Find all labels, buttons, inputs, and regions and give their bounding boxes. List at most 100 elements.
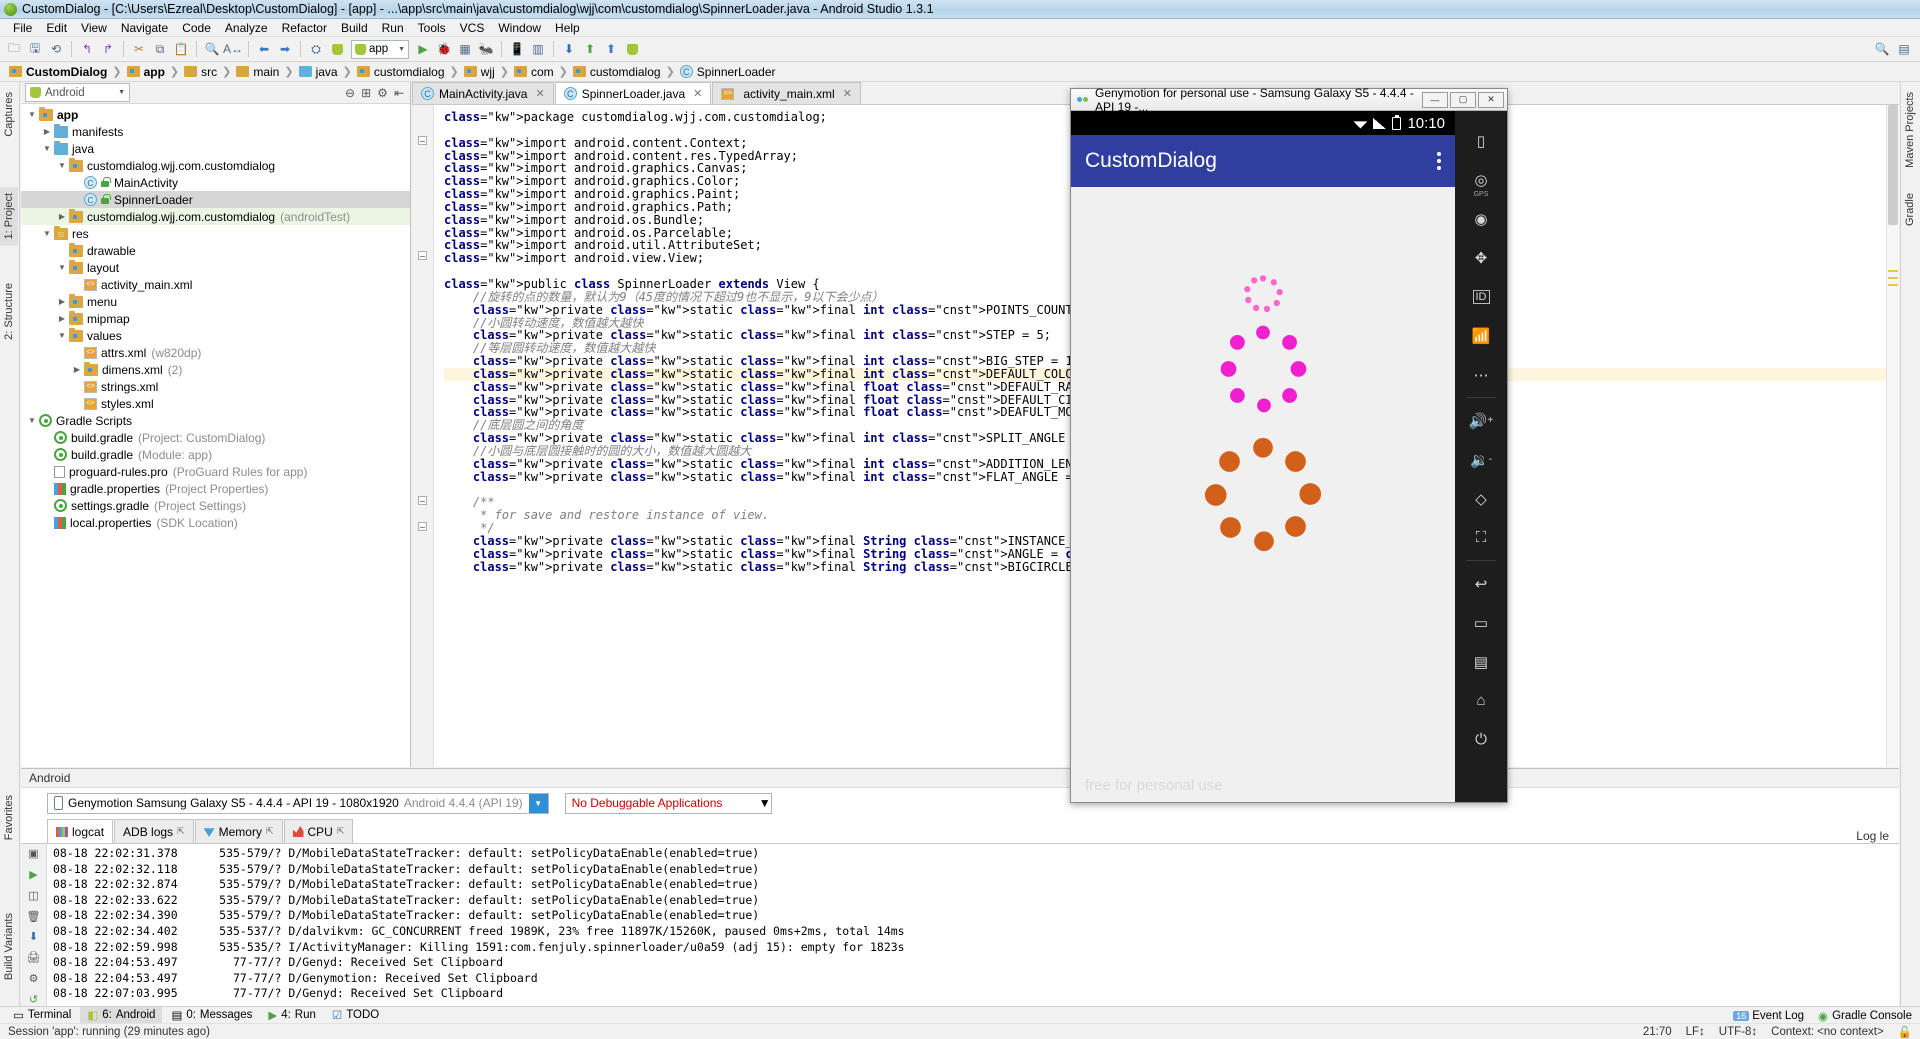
avd-manager-icon[interactable]: 📱 xyxy=(507,39,527,59)
breadcrumb-item-customdialog-sub[interactable]: customdialog xyxy=(570,65,664,79)
menu-help[interactable]: Help xyxy=(548,19,587,37)
tree-item-dimens-xml[interactable]: ▶ dimens.xml (2) xyxy=(21,361,410,378)
volume-up-icon[interactable]: 🔊 + xyxy=(1455,401,1507,440)
chevron-down-icon[interactable]: ▼ xyxy=(528,793,548,813)
tree-item-proguard-rules-pro[interactable]: proguard-rules.pro (ProGuard Rules for ap… xyxy=(21,463,410,480)
undo-icon[interactable]: ↰ xyxy=(77,39,97,59)
sidebar-tab-captures[interactable]: Captures xyxy=(0,86,18,143)
hide-panel-icon[interactable]: ⇤ xyxy=(394,86,404,100)
device-selector[interactable]: Genymotion Samsung Galaxy S5 - 4.4.4 - A… xyxy=(47,792,549,814)
close-icon[interactable]: ✕ xyxy=(693,87,702,100)
sync-icon[interactable]: ⟲ xyxy=(46,39,66,59)
tree-item-customdialog-wjj-com-customdialog[interactable]: ▼ customdialog.wjj.com.customdialog xyxy=(21,157,410,174)
run-configuration-selector[interactable]: app ▼ xyxy=(351,39,409,59)
breadcrumb-item-java[interactable]: java xyxy=(296,65,341,79)
back-icon[interactable]: ↩ xyxy=(1455,564,1507,603)
gradle-console-button[interactable]: ◉ Gradle Console xyxy=(1818,1009,1912,1023)
tree-toggle-down-icon[interactable]: ▼ xyxy=(55,263,69,272)
tree-item-build-gradle[interactable]: build.gradle (Module: app) xyxy=(21,446,410,463)
menubar[interactable]: File Edit View Navigate Code Analyze Ref… xyxy=(0,19,1920,37)
menu-edit[interactable]: Edit xyxy=(39,19,74,37)
screenshot-icon[interactable]: ▣ xyxy=(26,847,42,861)
tree-toggle-down-icon[interactable]: ▼ xyxy=(25,416,39,425)
breadcrumb-item-wjj[interactable]: wjj xyxy=(461,65,498,79)
tree-item-mipmap[interactable]: ▶ mipmap xyxy=(21,310,410,327)
fold-marker[interactable] xyxy=(418,522,427,531)
menu-build[interactable]: Build xyxy=(334,19,375,37)
print-icon[interactable]: 🖨 xyxy=(26,951,42,965)
layout-icon[interactable]: ▤ xyxy=(1894,39,1914,59)
tab-spinnerloader[interactable]: C SpinnerLoader.java ✕ xyxy=(554,82,712,104)
tree-toggle-right-icon[interactable]: ▶ xyxy=(55,212,69,221)
fullscreen-icon[interactable]: ⛶ xyxy=(1455,518,1507,557)
fold-marker[interactable] xyxy=(418,136,427,145)
rotate-icon[interactable]: ◇ xyxy=(1455,479,1507,518)
right-tool-strip[interactable]: Maven Projects Gradle xyxy=(1900,82,1920,1006)
breadcrumb-item-app[interactable]: app xyxy=(124,65,168,79)
tree-toggle-down-icon[interactable]: ▼ xyxy=(25,110,39,119)
tree-toggle-right-icon[interactable]: ▶ xyxy=(55,297,69,306)
genymotion-icon[interactable] xyxy=(622,39,642,59)
tree-item-java[interactable]: ▼ java xyxy=(21,140,410,157)
tree-toggle-right-icon[interactable]: ▶ xyxy=(55,314,69,323)
logcat-line[interactable]: 08-18 22:02:32.118 535-579/? D/MobileDat… xyxy=(53,862,1899,878)
screen-record-icon[interactable]: ▶ xyxy=(26,868,42,882)
id-icon[interactable]: ID xyxy=(1455,277,1507,316)
file-encoding[interactable]: UTF-8↕ xyxy=(1719,1026,1757,1038)
fold-marker[interactable] xyxy=(418,251,427,260)
genymotion-toolbar[interactable]: ▯ ◎ GPS ◉ ✥ ID 📶 ⋯ 🔊 + 🔉 - ◇ ⛶ ↩ ▭ ▤ ⌂ ⏻ xyxy=(1455,111,1507,802)
network-icon[interactable]: 📶 xyxy=(1455,316,1507,355)
close-button[interactable]: ✕ xyxy=(1478,91,1504,108)
settings-icon[interactable]: ⚙ xyxy=(26,972,42,986)
vcs-history-icon[interactable]: ⬆ xyxy=(601,39,621,59)
more-icon[interactable]: ⋯ xyxy=(1455,355,1507,394)
editor-gutter[interactable] xyxy=(412,105,434,767)
tree-toggle-right-icon[interactable]: ▶ xyxy=(70,365,84,374)
line-separator[interactable]: LF↕ xyxy=(1686,1026,1705,1038)
maximize-button[interactable]: ▢ xyxy=(1450,91,1476,108)
tree-item-res[interactable]: ▼ res xyxy=(21,225,410,242)
redo-icon[interactable]: ↱ xyxy=(98,39,118,59)
menu-window[interactable]: Window xyxy=(491,19,548,37)
menu-run[interactable]: Run xyxy=(375,19,411,37)
menu-vcs[interactable]: VCS xyxy=(453,19,492,37)
power-icon[interactable]: ⏻ xyxy=(1455,720,1507,759)
lock-icon[interactable]: 🔓 xyxy=(1898,1025,1912,1039)
settings-gear-icon[interactable]: ⚙ xyxy=(377,86,388,100)
logcat-output[interactable]: 08-18 22:02:31.378 535-579/? D/MobileDat… xyxy=(47,844,1899,1006)
restart-icon[interactable]: ↺ xyxy=(26,992,42,1006)
coverage-icon[interactable]: ▦ xyxy=(455,39,475,59)
left-tool-strip[interactable]: Captures 1: Project 2: Structure Favorit… xyxy=(0,82,20,1006)
main-toolbar[interactable]: 🗀 🖫 ⟲ ↰ ↱ ✂ ⧉ 📋 🔍 A↔ ⬅ ➡ ⛭ app ▼ ▶ 🐞 ▦ 🐜… xyxy=(0,37,1920,62)
statusbar-tab-terminal[interactable]: ▭ Terminal xyxy=(6,1007,78,1023)
tab-activity-main-xml[interactable]: activity_main.xml ✕ xyxy=(712,82,861,104)
logcat-line[interactable]: 08-18 22:04:53.497 77-77/? D/Genymotion:… xyxy=(53,971,1899,987)
breadcrumb-item-customdialog-pkg[interactable]: customdialog xyxy=(354,65,448,79)
monitor-tabs[interactable]: logcat ADB logs ⇱ Memory ⇱ CPU ⇱ Log le xyxy=(21,818,1899,844)
replace-icon[interactable]: A↔ xyxy=(223,39,243,59)
cut-icon[interactable]: ✂ xyxy=(129,39,149,59)
logcat-line[interactable]: 08-18 22:02:32.874 535-579/? D/MobileDat… xyxy=(53,877,1899,893)
pin-icon[interactable]: ⇱ xyxy=(337,826,345,837)
breadcrumb-item-spinnerloader[interactable]: C SpinnerLoader xyxy=(677,65,779,79)
tab-adb-logs[interactable]: ADB logs ⇱ xyxy=(114,819,194,843)
breadcrumb-item-src[interactable]: src xyxy=(181,65,220,79)
layout-inspector-icon[interactable]: ◫ xyxy=(26,889,42,903)
menu-code[interactable]: Code xyxy=(175,19,218,37)
breadcrumb-item-customdialog[interactable]: CustomDialog xyxy=(6,65,110,79)
pin-icon[interactable]: ⇱ xyxy=(266,826,274,837)
gps-icon[interactable]: ◎ GPS xyxy=(1455,160,1507,199)
statusbar-tab-messages[interactable]: ▤ 0: Messages xyxy=(164,1007,259,1023)
open-icon[interactable]: 🗀 xyxy=(4,39,24,59)
logcat-side-toolbar[interactable]: ▣ ▶ ◫ 🗑 ⬇ 🖨 ⚙ ↺ xyxy=(21,844,47,1006)
tree-item-styles-xml[interactable]: styles.xml xyxy=(21,395,410,412)
accelerometer-icon[interactable]: ✥ xyxy=(1455,238,1507,277)
device-screen[interactable]: 10:10 CustomDialog free for personal use xyxy=(1071,111,1455,802)
tree-item-gradle-scripts[interactable]: ▼ Gradle Scripts xyxy=(21,412,410,429)
app-content[interactable]: free for personal use xyxy=(1071,187,1455,802)
breadcrumb[interactable]: CustomDialog ❯ app ❯ src ❯ main ❯ java ❯… xyxy=(0,62,1920,82)
attach-debugger-icon[interactable]: 🐜 xyxy=(476,39,496,59)
expand-all-icon[interactable]: ⊞ xyxy=(361,86,371,100)
search-everywhere-icon[interactable]: 🔍 xyxy=(1872,39,1892,59)
logcat-line[interactable]: 08-18 22:02:34.390 535-579/? D/MobileDat… xyxy=(53,908,1899,924)
